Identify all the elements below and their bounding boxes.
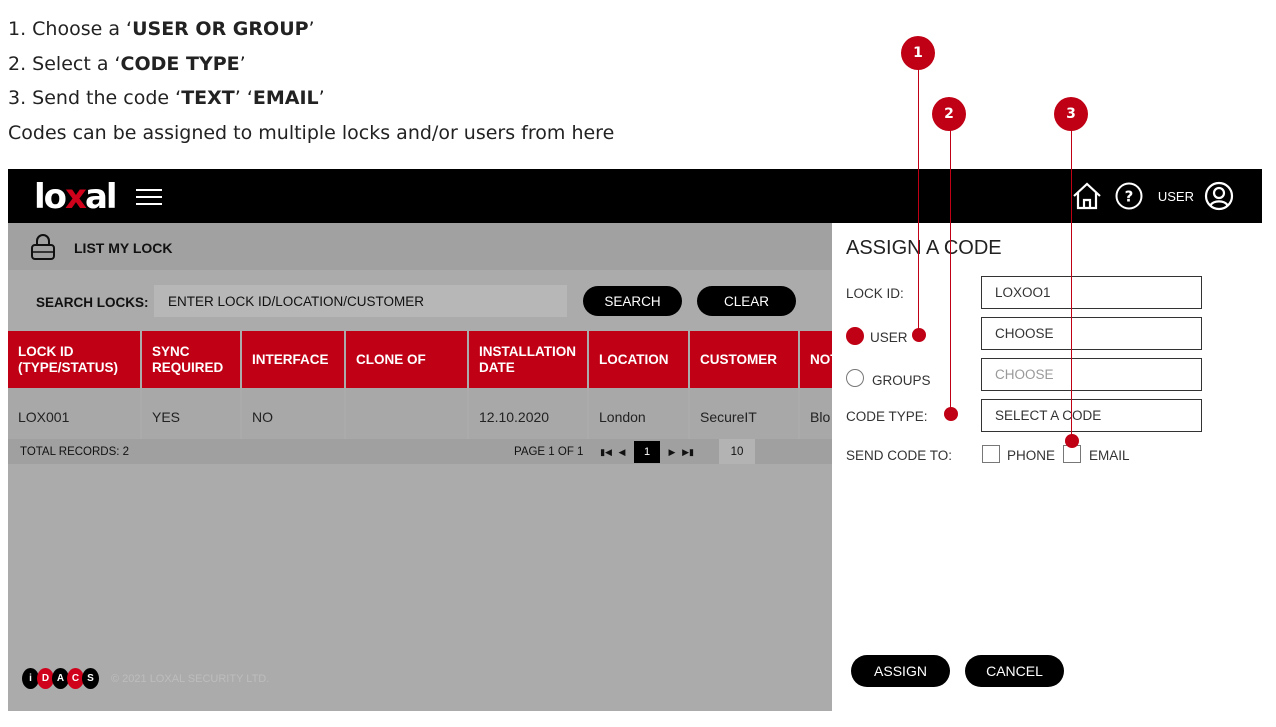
loxal-logo[interactable]: loxal [34, 177, 118, 217]
callout-line-3 [1071, 130, 1072, 440]
instruction-note: Codes can be assigned to multiple locks … [8, 121, 615, 144]
search-button[interactable]: SEARCH [583, 286, 682, 316]
cell-installation-date: 12.10.2020 [468, 388, 589, 446]
instruction-step-2: 2. Select a ‘CODE TYPE’ [8, 52, 246, 75]
top-right-actions: ? USER [1070, 179, 1236, 213]
instruction-step-3: 3. Send the code ‘TEXT’ ‘EMAIL’ [8, 87, 325, 109]
user-icon[interactable] [1202, 179, 1236, 213]
prev-page-icon[interactable]: ◀ [614, 442, 630, 462]
assign-button[interactable]: ASSIGN [851, 655, 950, 687]
lock-id-label: LOCK ID: [846, 286, 904, 301]
total-records: TOTAL RECORDS: 2 [20, 446, 130, 458]
column-header-location[interactable]: LOCATION [588, 331, 690, 388]
send-code-label: SEND CODE TO: [846, 448, 953, 463]
callout-dot-2 [944, 407, 958, 421]
instructions: 1. Choose a ‘USER OR GROUP’ 2. Select a … [8, 12, 614, 150]
user-radio[interactable] [846, 327, 864, 345]
table-header-row: LOCK ID (TYPE/STATUS) SYNC REQUIRED INTERF… [8, 331, 849, 388]
instruction-step-1: 1. Choose a ‘USER OR GROUP’ [8, 18, 315, 40]
pager: ▮◀ ◀ 1 ▶ ▶▮ [598, 441, 696, 463]
cell-lock-id: LOX001 [8, 388, 142, 446]
next-page-icon[interactable]: ▶ [664, 442, 680, 462]
page-info: PAGE 1 OF 1 [514, 446, 584, 458]
menu-icon[interactable] [136, 189, 162, 207]
assign-code-panel: ASSIGN A CODE LOCK ID: LOXOO1 USER CHOOS… [832, 223, 1262, 711]
column-header-clone-of[interactable]: CLONE OF [345, 331, 469, 388]
user-radio-label: USER [870, 330, 908, 345]
lock-id-field[interactable]: LOXOO1 [981, 276, 1202, 309]
cancel-button[interactable]: CANCEL [965, 655, 1064, 687]
column-header-customer[interactable]: CUSTOMER [689, 331, 800, 388]
table-row[interactable]: LOX001 YES NO 12.10.2020 London SecureIT… [8, 388, 849, 446]
current-page[interactable]: 1 [634, 441, 660, 463]
user-select[interactable]: CHOOSE [981, 317, 1202, 350]
user-label[interactable]: USER [1158, 189, 1194, 204]
code-type-label: CODE TYPE: [846, 409, 928, 424]
idacs-logo: iDACS [22, 668, 99, 689]
table-footer: TOTAL RECORDS: 2 PAGE 1 OF 1 ▮◀ ◀ 1 ▶ ▶▮… [8, 439, 832, 464]
top-bar: loxal ? USER [8, 169, 1262, 223]
cell-customer: SecureIT [689, 388, 800, 446]
panel-title: ASSIGN A CODE [846, 237, 1002, 259]
column-header-lock-id[interactable]: LOCK ID (TYPE/STATUS) [8, 331, 142, 388]
lock-icon [30, 233, 56, 266]
list-my-lock-header: LIST MY LOCK [8, 223, 832, 270]
groups-select[interactable]: CHOOSE [981, 358, 1202, 391]
search-input[interactable] [154, 285, 567, 317]
callout-badge-3: 3 [1054, 97, 1088, 131]
groups-radio[interactable] [846, 369, 864, 387]
email-checkbox-label: EMAIL [1089, 448, 1130, 463]
clear-button[interactable]: CLEAR [697, 286, 796, 316]
section-title: LIST MY LOCK [74, 240, 173, 256]
last-page-icon[interactable]: ▶▮ [680, 442, 696, 462]
phone-checkbox[interactable] [982, 445, 1000, 463]
callout-badge-2: 2 [932, 97, 966, 131]
column-header-interface[interactable]: INTERFACE [241, 331, 346, 388]
locks-table: LOCK ID (TYPE/STATUS) SYNC REQUIRED INTERF… [8, 331, 849, 446]
copyright-text: © 2021 LOXAL SECURITY LTD. [111, 672, 270, 685]
search-label: SEARCH LOCKS: [36, 295, 149, 310]
page-size-select[interactable]: 10 [719, 439, 755, 464]
help-icon[interactable]: ? [1112, 179, 1146, 213]
svg-text:?: ? [1125, 188, 1134, 206]
callout-line-1 [918, 56, 919, 336]
cell-clone-of [345, 388, 469, 446]
search-bar: SEARCH LOCKS: SEARCH CLEAR [8, 270, 832, 330]
phone-checkbox-label: PHONE [1007, 448, 1056, 463]
callout-dot-3 [1065, 434, 1079, 448]
callout-dot-1 [912, 328, 926, 342]
callout-badge-1: 1 [901, 36, 935, 70]
cell-location: London [588, 388, 690, 446]
code-type-select[interactable]: SELECT A CODE [981, 399, 1202, 432]
home-icon[interactable] [1070, 179, 1104, 213]
cell-sync-required: YES [141, 388, 242, 446]
column-header-installation-date[interactable]: INSTALLATION DATE [468, 331, 589, 388]
groups-radio-label: GROUPS [872, 373, 931, 388]
column-header-sync-required[interactable]: SYNC REQUIRED [141, 331, 242, 388]
first-page-icon[interactable]: ▮◀ [598, 442, 614, 462]
callout-line-2 [950, 130, 951, 414]
cell-interface: NO [241, 388, 346, 446]
app-footer: iDACS © 2021 LOXAL SECURITY LTD. [22, 668, 269, 689]
